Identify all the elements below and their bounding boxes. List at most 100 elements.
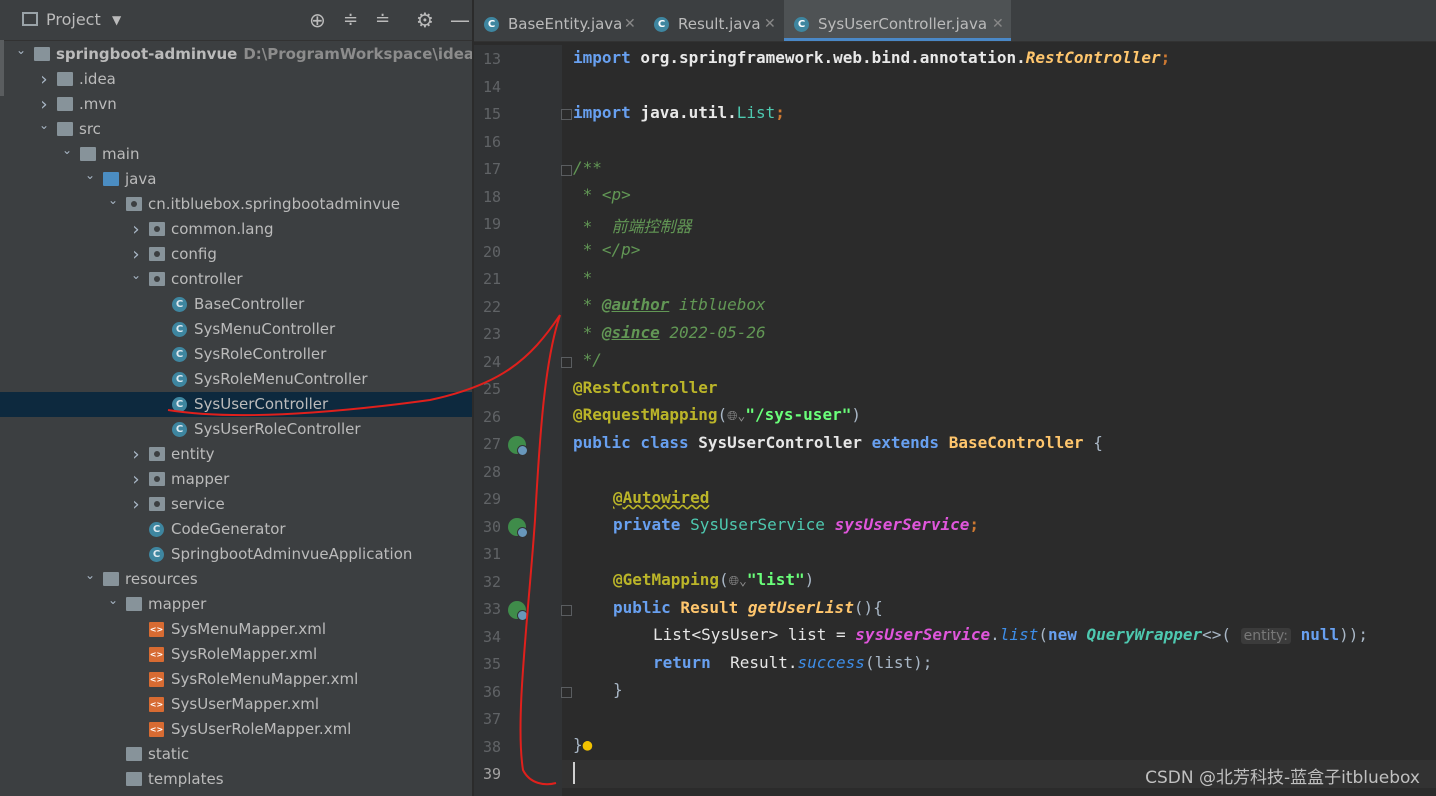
fold-marker-icon[interactable] — [561, 605, 572, 616]
code-line-32[interactable]: @GetMapping(🌐︎⌄"list") — [613, 570, 814, 589]
chevron-down-icon[interactable]: ⌄ — [37, 113, 51, 138]
fold-marker-icon[interactable] — [561, 357, 572, 368]
locate-icon[interactable]: ⊕ — [309, 0, 326, 40]
tree-item[interactable]: › config — [0, 242, 472, 267]
tree-item[interactable]: C BaseController — [0, 292, 472, 317]
package-path: java.util. — [630, 103, 737, 122]
tree-item[interactable]: C SysRoleMenuController — [0, 367, 472, 392]
gear-icon[interactable]: ⚙ — [416, 0, 434, 40]
chevron-down-icon[interactable]: ⌄ — [83, 563, 97, 588]
spring-mapping-icon[interactable] — [508, 601, 528, 621]
code-line-18[interactable]: * <p> — [573, 185, 631, 204]
code-line-27[interactable]: public class SysUserController extends B… — [573, 433, 1103, 452]
tree-item[interactable]: C SpringbootAdminvueApplication — [0, 542, 472, 567]
chevron-down-icon[interactable]: ⌄ — [129, 263, 143, 288]
web-url-icon[interactable]: 🌐︎⌄ — [727, 409, 745, 424]
collapse-all-icon[interactable]: ≐ — [375, 0, 390, 40]
tree-item[interactable]: ⌄ resources — [0, 567, 472, 592]
fold-marker-icon[interactable] — [561, 687, 572, 698]
code-line-22[interactable]: * @author itbluebox — [573, 295, 766, 314]
tree-item[interactable]: C SysMenuController — [0, 317, 472, 342]
tree-item[interactable]: <> SysUserRoleMapper.xml — [0, 717, 472, 742]
keyword: import — [573, 48, 631, 67]
chevron-right-icon[interactable]: › — [37, 67, 51, 92]
code-line-23[interactable]: * @since 2022-05-26 — [573, 323, 766, 342]
code-line-30[interactable]: private SysUserService sysUserService; — [613, 515, 979, 534]
chevron-down-icon[interactable]: ⌄ — [106, 588, 120, 613]
tree-item[interactable]: ⌄ cn.itbluebox.springbootadminvue — [0, 192, 472, 217]
tree-item-label: SysRoleMapper.xml — [171, 645, 318, 663]
code-line-38[interactable]: }● — [573, 735, 592, 754]
tree-item[interactable]: <> SysRoleMenuMapper.xml — [0, 667, 472, 692]
tab-result[interactable]: C Result.java ✕ — [644, 0, 784, 41]
chevron-right-icon[interactable]: › — [129, 467, 143, 492]
fold-marker-icon[interactable] — [561, 109, 572, 120]
tree-item[interactable]: › .idea — [0, 67, 472, 92]
project-view-icon[interactable] — [22, 0, 40, 40]
tree-item[interactable]: › common.lang — [0, 217, 472, 242]
line-number: 19 — [482, 215, 501, 233]
chevron-right-icon[interactable]: › — [129, 217, 143, 242]
close-icon[interactable]: ✕ — [992, 0, 1004, 49]
chevron-down-icon[interactable]: ⌄ — [83, 163, 97, 188]
code-line-26[interactable]: @RequestMapping(🌐︎⌄"/sys-user") — [573, 405, 861, 424]
close-icon[interactable]: ✕ — [624, 0, 636, 49]
tree-item[interactable]: ⌄ controller — [0, 267, 472, 292]
code-line-17[interactable]: /** — [573, 158, 602, 177]
close-icon[interactable]: ✕ — [764, 0, 776, 49]
code-line-35[interactable]: return Result.success(list); — [653, 653, 932, 672]
tree-item[interactable]: › .mvn — [0, 92, 472, 117]
code-line-25[interactable]: @RestController — [573, 378, 718, 397]
code-line-15[interactable]: import java.util.List; — [573, 103, 785, 122]
expand-all-icon[interactable]: ≑ — [343, 0, 358, 40]
tree-item[interactable]: <> SysMenuMapper.xml — [0, 617, 472, 642]
package-icon — [149, 497, 165, 511]
tab-baseentity[interactable]: C BaseEntity.java ✕ — [474, 0, 644, 41]
tree-item[interactable]: ⌄ java — [0, 167, 472, 192]
web-url-icon[interactable]: 🌐︎⌄ — [729, 574, 747, 589]
code-line-13[interactable]: import org.springframework.web.bind.anno… — [573, 48, 1170, 67]
project-view-title[interactable]: Project — [46, 0, 101, 40]
chevron-down-icon[interactable]: ⌄ — [60, 138, 74, 163]
spring-bean-icon[interactable] — [508, 436, 528, 456]
brace: } — [573, 735, 583, 754]
tree-item[interactable]: ⌄ mapper — [0, 592, 472, 617]
tree-item[interactable]: › mapper — [0, 467, 472, 492]
tree-item[interactable]: static — [0, 742, 472, 767]
fold-marker-icon[interactable] — [561, 165, 572, 176]
tab-sysusercontroller[interactable]: C SysUserController.java ✕ — [784, 0, 1011, 41]
class-icon: C — [172, 422, 187, 437]
tree-item-label: src — [79, 120, 101, 138]
hide-icon[interactable]: — — [450, 0, 470, 40]
code-line-34[interactable]: List<SysUser> list = sysUserService.list… — [653, 625, 1368, 644]
code-line-20[interactable]: * </p> — [573, 240, 641, 259]
tree-item[interactable]: <> SysUserMapper.xml — [0, 692, 472, 717]
code-line-36[interactable]: } — [613, 680, 623, 699]
tree-item[interactable]: ⌄ main — [0, 142, 472, 167]
tree-item[interactable]: C SysRoleController — [0, 342, 472, 367]
spring-autowired-icon[interactable] — [508, 518, 528, 538]
keyword: return — [653, 653, 711, 672]
code-line-33[interactable]: public Result getUserList(){ — [613, 598, 883, 617]
keyword: public — [613, 598, 671, 617]
tree-item[interactable]: templates — [0, 767, 472, 792]
code-line-29[interactable]: @Autowired — [613, 488, 709, 507]
code-line-21[interactable]: * — [573, 268, 593, 287]
tree-item[interactable]: C SysUserRoleController — [0, 417, 472, 442]
tree-item[interactable]: ⌄ springboot-adminvue D:\ProgramWorkspace\… — [0, 42, 472, 67]
chevron-right-icon[interactable]: › — [129, 442, 143, 467]
tree-item[interactable]: › entity — [0, 442, 472, 467]
tree-item-label: entity — [171, 445, 215, 463]
tree-item[interactable]: › service — [0, 492, 472, 517]
chevron-down-icon[interactable]: ▼ — [112, 0, 121, 40]
tree-item[interactable]: <> SysRoleMapper.xml — [0, 642, 472, 667]
line-number: 21 — [482, 270, 501, 288]
code-line-24[interactable]: */ — [573, 350, 602, 369]
chevron-down-icon[interactable]: ⌄ — [106, 188, 120, 213]
chevron-right-icon[interactable]: › — [129, 492, 143, 517]
lightbulb-icon[interactable]: ● — [583, 735, 593, 754]
code-line-19[interactable]: * 前端控制器 — [573, 213, 692, 237]
tree-item[interactable]: C CodeGenerator — [0, 517, 472, 542]
chevron-down-icon[interactable]: ⌄ — [14, 38, 28, 63]
tree-item[interactable]: C SysUserController — [0, 392, 472, 417]
